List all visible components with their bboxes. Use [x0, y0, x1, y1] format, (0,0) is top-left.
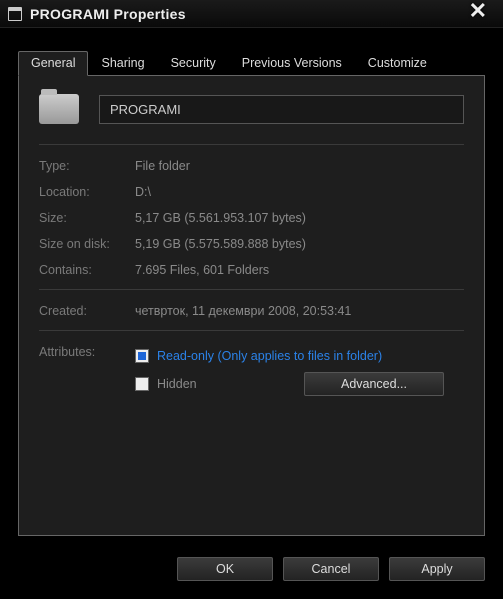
cancel-button[interactable]: Cancel: [283, 557, 379, 581]
value-size-on-disk: 5,19 GB (5.575.589.888 bytes): [135, 237, 464, 251]
separator: [39, 289, 464, 290]
separator: [39, 144, 464, 145]
readonly-checkbox[interactable]: [135, 349, 149, 363]
general-panel: Type: File folder Location: D:\ Size: 5,…: [18, 76, 485, 536]
apply-button[interactable]: Apply: [389, 557, 485, 581]
titlebar: PROGRAMI Properties ✕: [0, 0, 503, 28]
tab-customize[interactable]: Customize: [355, 51, 440, 76]
value-location: D:\: [135, 185, 464, 199]
folder-name-input[interactable]: [99, 95, 464, 124]
ok-button[interactable]: OK: [177, 557, 273, 581]
tab-sharing[interactable]: Sharing: [88, 51, 157, 76]
separator: [39, 330, 464, 331]
tab-security[interactable]: Security: [158, 51, 229, 76]
hidden-checkbox[interactable]: [135, 377, 149, 391]
window-title: PROGRAMI Properties: [30, 6, 186, 22]
advanced-button[interactable]: Advanced...: [304, 372, 444, 396]
label-type: Type:: [39, 159, 135, 173]
readonly-label: Read-only (Only applies to files in fold…: [157, 349, 382, 363]
hidden-label: Hidden: [157, 377, 197, 391]
window-folder-icon: [8, 7, 22, 21]
folder-icon: [39, 94, 79, 124]
label-created: Created:: [39, 304, 135, 318]
tab-general[interactable]: General: [18, 51, 88, 76]
dialog-footer: OK Cancel Apply: [177, 557, 485, 581]
tab-previous-versions[interactable]: Previous Versions: [229, 51, 355, 76]
close-button[interactable]: ✕: [459, 0, 497, 24]
label-contains: Contains:: [39, 263, 135, 277]
content-area: General Sharing Security Previous Versio…: [0, 28, 503, 536]
value-size: 5,17 GB (5.561.953.107 bytes): [135, 211, 464, 225]
tab-strip: General Sharing Security Previous Versio…: [18, 50, 485, 76]
value-contains: 7.695 Files, 601 Folders: [135, 263, 464, 277]
value-created: четврток, 11 декември 2008, 20:53:41: [135, 304, 464, 318]
label-size-on-disk: Size on disk:: [39, 237, 135, 251]
label-attributes: Attributes:: [39, 345, 135, 391]
label-size: Size:: [39, 211, 135, 225]
label-location: Location:: [39, 185, 135, 199]
value-type: File folder: [135, 159, 464, 173]
